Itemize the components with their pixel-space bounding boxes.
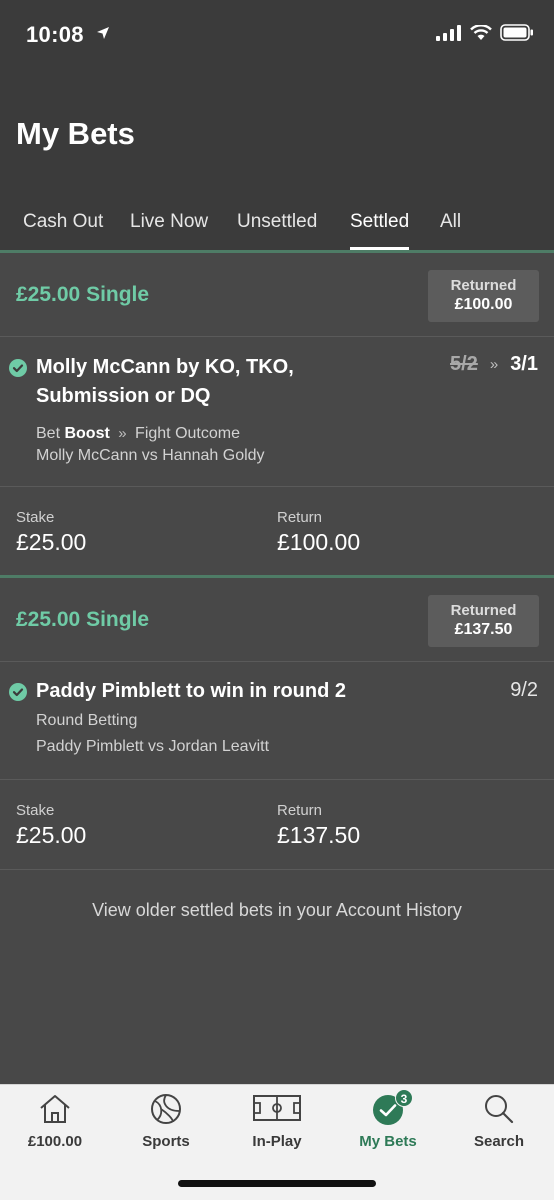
page-title: My Bets: [16, 116, 135, 151]
tab-all[interactable]: All: [440, 196, 461, 250]
selection-name: Paddy Pimblett to win in round 2: [36, 680, 347, 702]
won-check-icon: [9, 683, 27, 701]
header: 10:08 My Bets Cash Out Live Now Unsettle…: [0, 0, 554, 250]
home-icon: [40, 1095, 70, 1123]
bet-selection: Molly McCann by KO, TKO, Submission or D…: [0, 337, 554, 487]
odds: 9/2: [510, 679, 538, 702]
return-label: Return: [277, 509, 323, 526]
search-icon: [485, 1095, 514, 1124]
boosted-odds: 5/2 » 3/1: [450, 353, 538, 376]
account-history-link[interactable]: View older settled bets in your Account …: [0, 900, 554, 921]
bets-count-badge: 3: [395, 1089, 413, 1107]
returned-label: Returned: [450, 602, 517, 619]
stake-label: Stake: [16, 802, 55, 819]
stake-value: £25.00: [16, 822, 87, 848]
event-name: Paddy Pimblett vs Jordan Leavitt: [36, 738, 270, 755]
tab-home-balance[interactable]: £100.00: [0, 1085, 110, 1169]
boost-label: Boost: [64, 425, 110, 442]
search-label: Search: [473, 1133, 525, 1150]
market-prefix: Bet: [36, 425, 61, 442]
double-chevron-icon: »: [489, 356, 499, 373]
return-value: £100.00: [277, 529, 361, 555]
tab-settled[interactable]: Settled: [350, 196, 410, 250]
location-arrow-icon: [97, 27, 109, 39]
tab-cash-out[interactable]: Cash Out: [23, 196, 103, 250]
tab-sports[interactable]: Sports: [111, 1085, 221, 1169]
ball-icon: [151, 1094, 181, 1124]
boosted-odds-value: 3/1: [510, 353, 538, 375]
tab-live-now[interactable]: Live Now: [130, 196, 208, 250]
signal-icon: [436, 24, 461, 41]
bet-selection: Paddy Pimblett to win in round 2 9/2 Rou…: [0, 662, 554, 780]
in-play-label: In-Play: [252, 1133, 302, 1150]
stake-return-row: Stake £25.00 Return £100.00: [0, 487, 554, 577]
stake-return-row: Stake £25.00 Return £137.50: [0, 780, 554, 870]
return-label: Return: [277, 802, 323, 819]
stake-value: £25.00: [16, 529, 87, 555]
selection-name-line1: Molly McCann by KO, TKO,: [36, 356, 294, 378]
market-name: Fight Outcome: [135, 425, 240, 442]
wifi-icon: [470, 24, 492, 40]
returned-label: Returned: [450, 277, 517, 294]
bottom-tab-bar: £100.00 Sports In-Play 3 My Bets Search: [0, 1084, 554, 1200]
selection-name-line2: Submission or DQ: [36, 385, 211, 407]
bet-type: £25.00 Single: [16, 608, 150, 631]
bet-filter-tabs: Cash Out Live Now Unsettled Settled All: [0, 196, 554, 250]
market-name: Round Betting: [36, 712, 138, 729]
bet-header: £25.00 Single Returned £100.00: [0, 253, 554, 337]
my-bets-label: My Bets: [359, 1133, 417, 1150]
original-odds: 5/2: [450, 353, 478, 375]
bet-type: £25.00 Single: [16, 283, 150, 306]
sports-label: Sports: [142, 1133, 190, 1150]
returned-badge: Returned £100.00: [428, 270, 539, 322]
bet-card[interactable]: £25.00 Single Returned £137.50 Paddy Pim…: [0, 578, 554, 870]
returned-badge: Returned £137.50: [428, 595, 539, 647]
event-name: Molly McCann vs Hannah Goldy: [36, 447, 265, 464]
status-indicators: [436, 24, 534, 41]
home-indicator: [178, 1180, 376, 1187]
double-chevron-icon: »: [118, 425, 127, 442]
bet-card[interactable]: £25.00 Single Returned £100.00 Molly McC…: [0, 253, 554, 577]
pitch-icon: [253, 1095, 301, 1121]
tab-unsettled[interactable]: Unsettled: [237, 196, 317, 250]
odds-value: 9/2: [510, 679, 538, 701]
tab-search[interactable]: Search: [444, 1085, 554, 1169]
won-check-icon: [9, 359, 27, 377]
tab-my-bets[interactable]: 3 My Bets: [333, 1085, 443, 1169]
status-time: 10:08: [26, 22, 84, 47]
returned-amount: £100.00: [454, 296, 513, 313]
returned-amount: £137.50: [454, 621, 513, 638]
battery-icon: [500, 24, 533, 41]
bet-header: £25.00 Single Returned £137.50: [0, 578, 554, 662]
return-value: £137.50: [277, 822, 361, 848]
tab-in-play[interactable]: In-Play: [222, 1085, 332, 1169]
market-line: Bet Boost » Fight Outcome: [36, 423, 240, 445]
stake-label: Stake: [16, 509, 55, 526]
status-bar: 10:08: [0, 0, 554, 70]
balance-label: £100.00: [27, 1133, 83, 1150]
